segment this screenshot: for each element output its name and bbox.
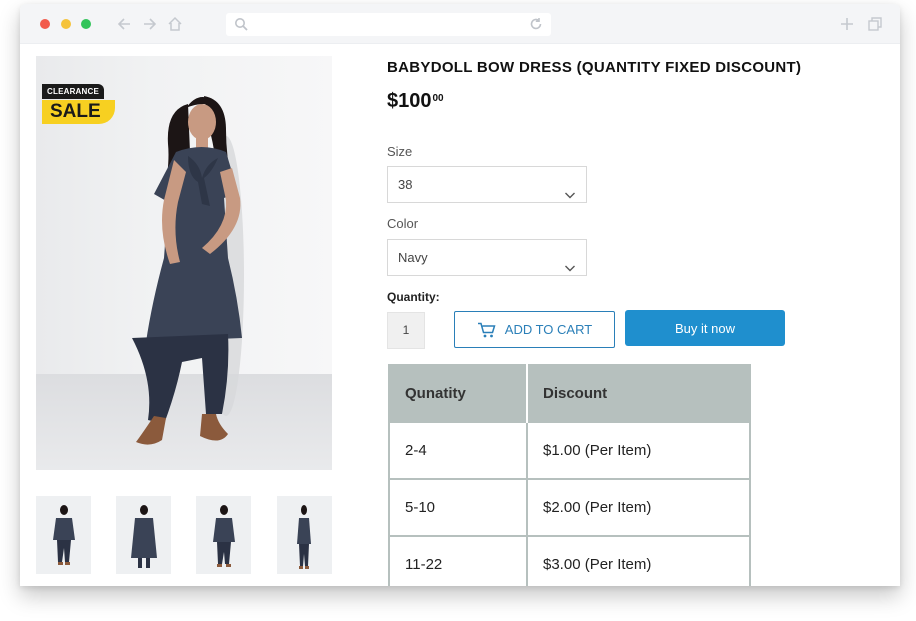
quantity-cell: 2-4 [389,421,528,479]
thumbnail-strip [36,496,332,574]
thumbnail-1[interactable] [36,496,91,574]
table-row: 5-10 $2.00 (Per Item) [389,478,750,536]
discount-cell: $3.00 (Per Item) [527,535,750,586]
color-select[interactable]: Navy [387,239,587,276]
quantity-cell: 5-10 [389,478,528,536]
thumbnail-4[interactable] [277,496,332,574]
size-select[interactable]: 38 [387,166,587,203]
forward-arrow-icon[interactable] [140,14,158,34]
minimize-dot[interactable] [61,19,71,29]
maximize-dot[interactable] [81,19,91,29]
add-to-cart-button[interactable]: ADD TO CART [454,311,615,348]
table-row: 2-4 $1.00 (Per Item) [389,421,750,479]
size-label: Size [387,144,413,159]
clearance-badge: CLEARANCE [42,84,105,99]
discount-cell: $1.00 (Per Item) [527,421,750,479]
buy-now-button[interactable]: Buy it now [625,310,785,346]
browser-window: CLEARANCE SALE BABYDOLL BOW DRESS (QUANT… [20,4,900,586]
cart-icon [477,322,497,338]
new-tab-icon[interactable] [838,14,856,34]
product-title: BABYDOLL BOW DRESS (QUANTITY FIXED DISCO… [387,59,802,76]
table-header-row: Qunatity Discount [389,365,750,422]
reload-icon[interactable] [529,17,543,31]
discount-cell: $2.00 (Per Item) [527,478,750,536]
sale-badge: SALE [42,100,115,124]
color-label: Color [387,216,419,231]
product-main-image[interactable]: CLEARANCE SALE [36,56,332,470]
chevron-down-icon [564,179,576,199]
url-bar[interactable] [226,13,551,36]
copy-window-icon[interactable] [866,14,884,34]
close-dot[interactable] [40,19,50,29]
table-row: 11-22 $3.00 (Per Item) [389,535,750,586]
header-discount: Discount [527,365,750,422]
back-arrow-icon[interactable] [116,14,134,34]
discount-table: Qunatity Discount 2-4 $1.00 (Per Item) 5… [388,364,751,586]
quantity-cell: 11-22 [389,535,528,586]
quantity-input[interactable]: 1 [387,312,425,349]
thumbnail-2[interactable] [116,496,171,574]
price-main: $100 [387,90,432,112]
header-quantity: Qunatity [389,365,528,422]
quantity-label: Quantity: [387,290,440,304]
color-value: Navy [398,250,428,265]
thumbnail-3[interactable] [196,496,251,574]
buy-now-label: Buy it now [675,320,735,336]
browser-toolbar [20,4,900,44]
add-to-cart-label: ADD TO CART [504,322,593,337]
product-price: $10000 [387,90,444,113]
chevron-down-icon [564,252,576,272]
search-icon [234,17,248,31]
home-icon[interactable] [166,14,184,34]
price-cents: 00 [432,93,444,104]
size-value: 38 [398,177,413,192]
